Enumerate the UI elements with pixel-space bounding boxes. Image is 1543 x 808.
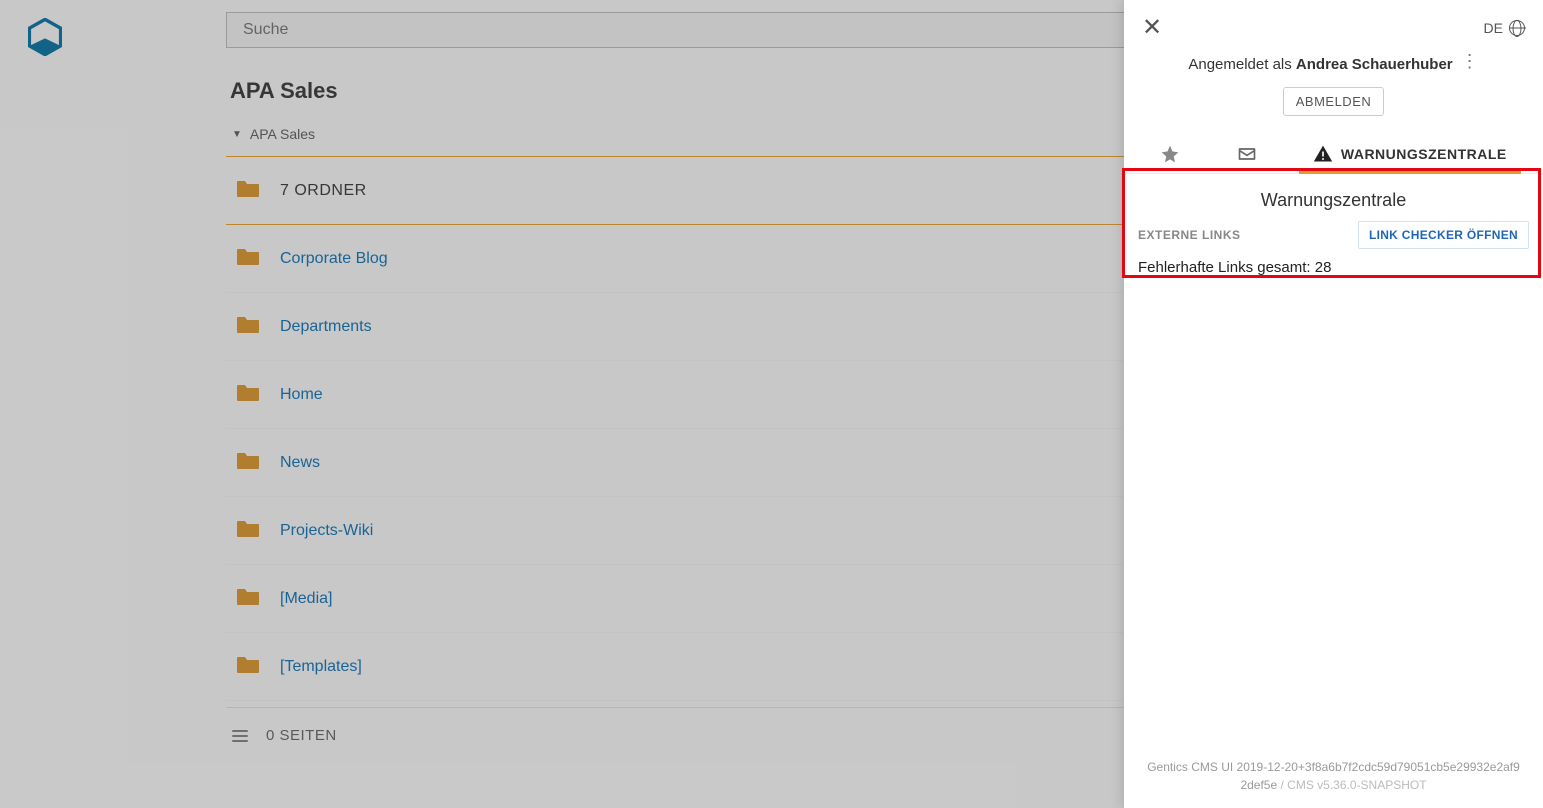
tab-favorites[interactable]: [1152, 134, 1188, 173]
footer-separator: /: [1277, 778, 1287, 792]
external-links-section: EXTERNE LINKS LINK CHECKER ÖFFNEN Fehler…: [1124, 221, 1543, 284]
tab-messages[interactable]: [1229, 134, 1265, 173]
app-root: Suche APA Sales ▼ APA Sales 7 ORDNER Cor…: [0, 0, 1543, 808]
panel-tabs: WARNUNGSZENTRALE: [1124, 134, 1543, 174]
warning-center: Warnungszentrale EXTERNE LINKS LINK CHEC…: [1124, 174, 1543, 284]
logged-in-prefix: Angemeldet als: [1188, 56, 1296, 73]
broken-links-count: Fehlerhafte Links gesamt: 28: [1138, 259, 1529, 276]
star-icon: [1160, 144, 1180, 164]
open-link-checker-button[interactable]: LINK CHECKER ÖFFNEN: [1358, 221, 1529, 249]
version-footer: Gentics CMS UI 2019-12-20+3f8a6b7f2cdc59…: [1124, 748, 1543, 808]
globe-icon: [1509, 20, 1525, 36]
close-icon[interactable]: ✕: [1142, 16, 1162, 40]
tab-warnings[interactable]: WARNUNGSZENTRALE: [1305, 134, 1515, 173]
user-panel: ✕ DE Angemeldet als Andrea Schauerhuber …: [1124, 0, 1543, 808]
more-icon[interactable]: ⋮: [1461, 51, 1479, 72]
external-links-label: EXTERNE LINKS: [1138, 228, 1241, 242]
user-name: Andrea Schauerhuber: [1296, 56, 1453, 73]
tab-warnings-label: WARNUNGSZENTRALE: [1341, 146, 1507, 162]
ui-language-label: DE: [1484, 20, 1503, 36]
ui-language-selector[interactable]: DE: [1484, 20, 1525, 36]
logged-in-user: Angemeldet als Andrea Schauerhuber: [1188, 56, 1452, 73]
warning-center-title: Warnungszentrale: [1124, 174, 1543, 221]
logout-button[interactable]: ABMELDEN: [1283, 87, 1385, 116]
mail-icon: [1237, 144, 1257, 164]
warning-icon: [1313, 144, 1333, 164]
cms-version: CMS v5.36.0-SNAPSHOT: [1287, 778, 1426, 792]
